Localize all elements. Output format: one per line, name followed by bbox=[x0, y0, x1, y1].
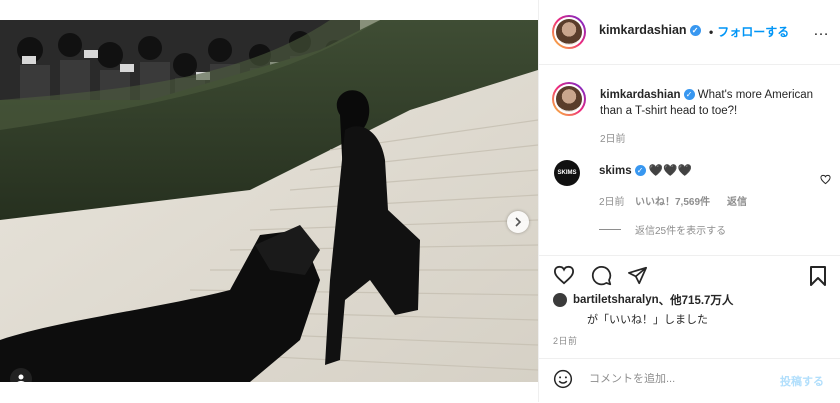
comment-like-button[interactable] bbox=[820, 172, 831, 190]
avatar[interactable] bbox=[552, 15, 586, 49]
comment-avatar[interactable]: SKIMS bbox=[554, 160, 580, 186]
likes-count[interactable]: 、他715.7万人 bbox=[659, 292, 734, 308]
comment: skims ✓ 🖤🖤🖤 bbox=[599, 163, 692, 177]
likes-summary: bartiletsharalyn 、他715.7万人 bbox=[553, 292, 733, 308]
liker-avatar[interactable] bbox=[553, 293, 567, 307]
follow-button[interactable]: • フォローする bbox=[705, 23, 789, 40]
comment-username[interactable]: skims bbox=[599, 165, 632, 177]
avatar-image bbox=[556, 86, 582, 112]
share-button[interactable] bbox=[627, 266, 648, 290]
comment-text: 🖤🖤🖤 bbox=[648, 165, 692, 177]
comment-bubble-icon bbox=[591, 266, 612, 286]
follow-label[interactable]: フォローする bbox=[717, 25, 789, 39]
post-sidebar: kimkardashian ✓ • フォローする … kimkardashian ✓ … bbox=[538, 0, 840, 402]
comment-age[interactable]: 2日前 bbox=[599, 193, 625, 208]
caption-age[interactable]: 2日前 bbox=[600, 130, 626, 145]
bookmark-icon bbox=[810, 266, 826, 286]
comment-button[interactable] bbox=[591, 265, 612, 291]
liker-username[interactable]: bartiletsharalyn bbox=[573, 294, 659, 306]
smiley-icon bbox=[553, 369, 573, 389]
caption-avatar[interactable] bbox=[552, 82, 586, 116]
heart-icon bbox=[553, 265, 575, 285]
caption-username[interactable]: kimkardashian bbox=[600, 89, 681, 101]
likes-suffix: が「いいね！」しました bbox=[587, 314, 708, 326]
divider-line bbox=[599, 229, 621, 230]
like-button[interactable] bbox=[553, 265, 575, 290]
header-username[interactable]: kimkardashian ✓ bbox=[599, 23, 701, 37]
emoji-button[interactable] bbox=[553, 369, 573, 394]
username-text[interactable]: kimkardashian bbox=[599, 23, 687, 37]
reply-button[interactable]: 返信 bbox=[727, 193, 747, 208]
next-image-button[interactable] bbox=[507, 211, 529, 233]
post-photo bbox=[0, 20, 538, 382]
post-media[interactable] bbox=[0, 20, 538, 382]
instagram-post: kimkardashian ✓ • フォローする … kimkardashian ✓ … bbox=[0, 0, 840, 402]
save-button[interactable] bbox=[809, 265, 827, 292]
verified-badge-icon: ✓ bbox=[683, 89, 695, 101]
post-header: kimkardashian ✓ • フォローする … bbox=[539, 0, 840, 65]
post-comment-button[interactable]: 投稿する bbox=[780, 373, 824, 389]
more-options-button[interactable]: … bbox=[813, 22, 830, 40]
avatar-image bbox=[556, 19, 582, 45]
view-replies-button[interactable]: 返信25件を表示する bbox=[599, 222, 726, 237]
separator-dot: • bbox=[709, 25, 714, 39]
comment-likes[interactable]: いいね！7,569件 bbox=[635, 193, 710, 208]
verified-badge-icon: ✓ bbox=[634, 165, 646, 177]
comment-input[interactable] bbox=[589, 373, 769, 385]
heart-icon bbox=[820, 174, 831, 185]
verified-badge-icon: ✓ bbox=[689, 25, 701, 37]
person-icon bbox=[17, 374, 25, 382]
chevron-right-icon bbox=[515, 217, 522, 227]
caption: kimkardashian ✓ What's more American than… bbox=[600, 87, 820, 119]
view-replies-label[interactable]: 返信25件を表示する bbox=[635, 222, 726, 237]
paper-plane-icon bbox=[628, 266, 647, 285]
actions-divider bbox=[539, 255, 840, 256]
post-date[interactable]: 2日前 bbox=[553, 334, 578, 347]
